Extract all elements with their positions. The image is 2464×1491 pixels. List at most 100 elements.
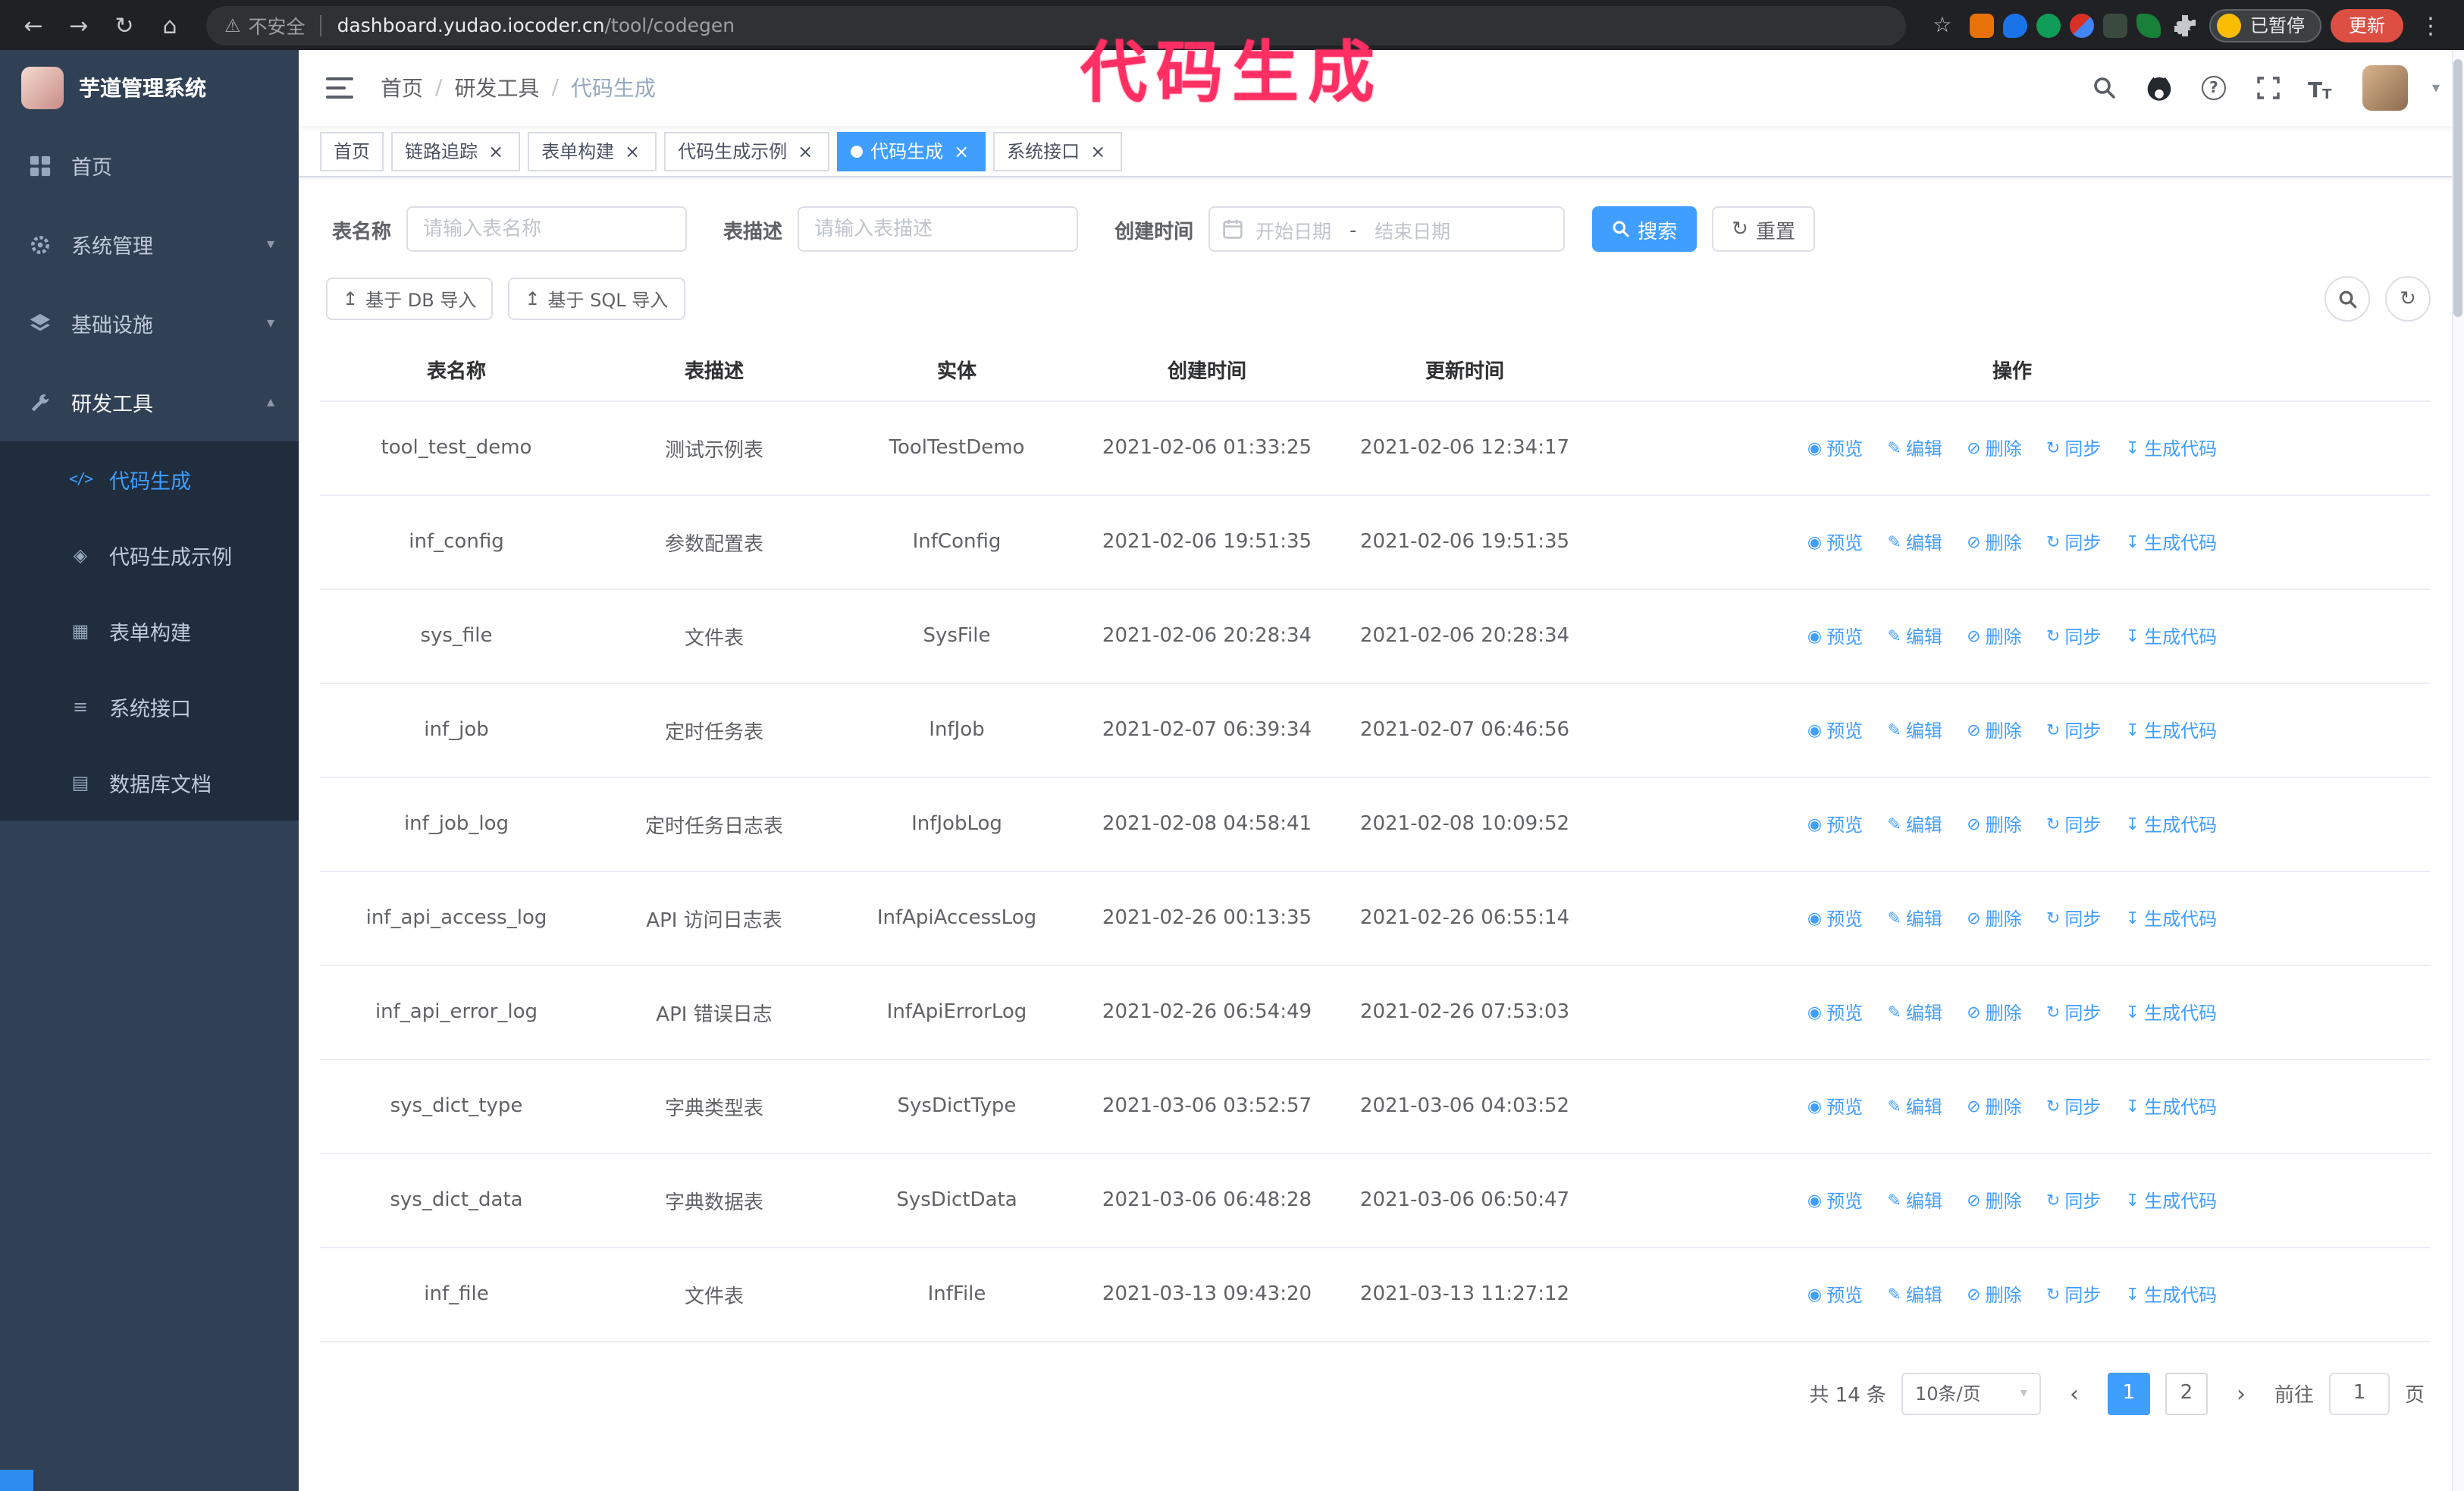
preview-link[interactable]: ◉ 预览 [1807,717,1863,742]
home-button[interactable]: ⌂ [152,7,188,43]
sync-link[interactable]: ↻ 同步 [2046,811,2101,837]
sidebar-collapse-icon[interactable] [323,76,356,100]
preview-link[interactable]: ◉ 预览 [1807,1187,1863,1213]
app-logo[interactable]: 芋道管理系统 [0,50,299,126]
sidebar-item-home[interactable]: 首页 [0,126,299,205]
sidebar-item-system-api[interactable]: ≡ 系统接口 [0,669,299,745]
generate-code-link[interactable]: ↧ 生成代码 [2126,1187,2217,1213]
delete-link[interactable]: ⊘ 删除 [1967,623,2021,648]
reset-button[interactable]: ↻ 重置 [1712,206,1815,252]
help-icon[interactable]: ? [2199,73,2229,103]
delete-link[interactable]: ⊘ 删除 [1967,717,2021,742]
generate-code-link[interactable]: ↧ 生成代码 [2126,435,2217,460]
page-size-select[interactable]: 10条/页 ▾ [1901,1372,2041,1414]
preview-link[interactable]: ◉ 预览 [1807,905,1863,931]
delete-link[interactable]: ⊘ 删除 [1967,999,2021,1025]
table-name-input[interactable] [406,206,688,252]
address-bar[interactable]: ⚠ 不安全 dashboard.yudao.iocoder.cn/tool/co… [206,5,1906,45]
edit-link[interactable]: ✎ 编辑 [1887,717,1942,742]
tab-system-api[interactable]: 系统接口 × [993,131,1123,171]
close-icon[interactable]: × [951,140,972,162]
edit-link[interactable]: ✎ 编辑 [1887,811,1942,837]
sidebar-item-infra[interactable]: 基础设施 ▾ [0,284,299,363]
preview-link[interactable]: ◉ 预览 [1807,529,1863,554]
tab-codegen-example[interactable]: 代码生成示例 × [664,131,830,171]
preview-link[interactable]: ◉ 预览 [1807,1281,1863,1307]
extension-icon[interactable] [2136,13,2161,37]
close-icon[interactable]: × [1087,140,1108,162]
edit-link[interactable]: ✎ 编辑 [1887,529,1942,554]
tab-home[interactable]: 首页 [320,131,384,171]
reload-button[interactable]: ↻ [106,7,143,43]
bookmark-star-icon[interactable]: ☆ [1924,7,1961,43]
font-size-icon[interactable]: TT [2308,73,2338,103]
sync-link[interactable]: ↻ 同步 [2046,1281,2101,1307]
sidebar-item-codegen[interactable]: </> 代码生成 [0,441,299,517]
edit-link[interactable]: ✎ 编辑 [1887,905,1942,931]
delete-link[interactable]: ⊘ 删除 [1967,1093,2021,1119]
refresh-button[interactable]: ↻ [2385,276,2431,322]
extension-icon[interactable] [2036,13,2061,37]
page-button-1[interactable]: 1 [2107,1372,2150,1414]
breadcrumb-dev-tools[interactable]: 研发工具 [454,73,539,103]
delete-link[interactable]: ⊘ 删除 [1967,435,2021,460]
sync-link[interactable]: ↻ 同步 [2046,435,2101,460]
sync-link[interactable]: ↻ 同步 [2046,1187,2101,1213]
generate-code-link[interactable]: ↧ 生成代码 [2126,999,2217,1025]
page-button-2[interactable]: 2 [2165,1372,2208,1414]
preview-link[interactable]: ◉ 预览 [1807,1093,1863,1119]
tab-codegen[interactable]: 代码生成 × [837,131,986,171]
user-avatar[interactable] [2362,65,2408,111]
delete-link[interactable]: ⊘ 删除 [1967,1187,2021,1213]
sidebar-item-dev-tools[interactable]: 研发工具 ▴ [0,363,299,441]
forward-button[interactable]: → [61,7,97,43]
close-icon[interactable]: × [795,140,816,162]
edit-link[interactable]: ✎ 编辑 [1887,1093,1942,1119]
delete-link[interactable]: ⊘ 删除 [1967,811,2021,837]
sidebar-item-codegen-example[interactable]: ◈ 代码生成示例 [0,517,299,593]
security-label[interactable]: 不安全 [249,11,306,39]
tab-form-builder[interactable]: 表单构建 × [528,131,657,171]
generate-code-link[interactable]: ↧ 生成代码 [2126,905,2217,931]
generate-code-link[interactable]: ↧ 生成代码 [2126,1093,2217,1119]
generate-code-link[interactable]: ↧ 生成代码 [2126,717,2217,742]
extension-icon[interactable] [1969,13,1994,37]
search-button[interactable]: 搜索 [1592,206,1698,252]
edit-link[interactable]: ✎ 编辑 [1887,435,1942,460]
sync-link[interactable]: ↻ 同步 [2046,529,2101,554]
page-scrollbar[interactable] [2452,50,2464,1491]
sync-link[interactable]: ↻ 同步 [2046,999,2101,1025]
github-icon[interactable] [2144,73,2174,103]
sync-link[interactable]: ↻ 同步 [2046,717,2101,742]
kebab-menu-icon[interactable]: ⋮ [2412,7,2449,43]
generate-code-link[interactable]: ↧ 生成代码 [2126,1281,2217,1307]
scrollbar-thumb[interactable] [2453,59,2462,317]
sync-link[interactable]: ↻ 同步 [2046,905,2101,931]
extensions-puzzle-icon[interactable] [2170,7,2200,43]
extension-icon[interactable] [2002,13,2027,37]
generate-code-link[interactable]: ↧ 生成代码 [2126,529,2217,554]
profile-paused-badge[interactable]: 已暂停 [2209,8,2321,42]
generate-code-link[interactable]: ↧ 生成代码 [2126,811,2217,837]
delete-link[interactable]: ⊘ 删除 [1967,905,2021,931]
delete-link[interactable]: ⊘ 删除 [1967,529,2021,554]
edit-link[interactable]: ✎ 编辑 [1887,623,1942,648]
import-db-button[interactable]: ↥ 基于 DB 导入 [326,278,494,320]
edit-link[interactable]: ✎ 编辑 [1887,999,1942,1025]
preview-link[interactable]: ◉ 预览 [1807,623,1863,648]
sidebar-item-form-builder[interactable]: ▦ 表单构建 [0,593,299,669]
start-date-placeholder[interactable]: 开始日期 [1256,215,1331,243]
preview-link[interactable]: ◉ 预览 [1807,435,1863,460]
sidebar-item-system[interactable]: 系统管理 ▾ [0,205,299,284]
sync-link[interactable]: ↻ 同步 [2046,1093,2101,1119]
goto-page-input[interactable] [2328,1372,2390,1414]
preview-link[interactable]: ◉ 预览 [1807,811,1863,837]
generate-code-link[interactable]: ↧ 生成代码 [2126,623,2217,648]
back-button[interactable]: ← [15,7,52,43]
browser-update-button[interactable]: 更新 [2330,8,2403,42]
search-toggle-button[interactable] [2324,276,2370,322]
close-icon[interactable]: × [622,140,643,162]
edit-link[interactable]: ✎ 编辑 [1887,1187,1942,1213]
breadcrumb-home[interactable]: 首页 [381,73,423,103]
delete-link[interactable]: ⊘ 删除 [1967,1281,2021,1307]
